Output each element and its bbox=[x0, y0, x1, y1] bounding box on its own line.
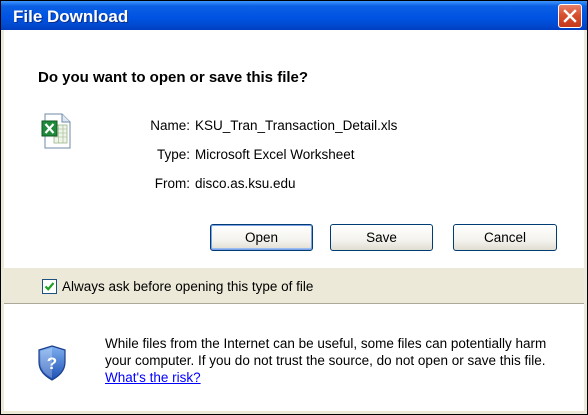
close-icon bbox=[563, 9, 577, 23]
security-warning-panel: ? While files from the Internet can be u… bbox=[4, 305, 584, 411]
always-ask-label[interactable]: Always ask before opening this type of f… bbox=[62, 279, 313, 294]
file-download-dialog: File Download Do you want to open or sav… bbox=[0, 0, 588, 415]
warning-text: While files from the Internet can be use… bbox=[105, 336, 547, 368]
svg-text:?: ? bbox=[47, 354, 57, 373]
whats-the-risk-link[interactable]: What's the risk? bbox=[105, 370, 201, 385]
file-name-value: KSU_Tran_Transaction_Detail.xls bbox=[195, 118, 398, 133]
file-type-label: Type: bbox=[156, 147, 190, 162]
always-ask-checkbox[interactable] bbox=[42, 279, 57, 294]
dialog-question: Do you want to open or save this file? bbox=[38, 69, 309, 86]
file-source-value: disco.as.ksu.edu bbox=[195, 176, 296, 191]
checkmark-icon bbox=[44, 282, 55, 291]
file-name-label: Name: bbox=[150, 118, 190, 133]
shield-help-icon: ? bbox=[38, 345, 66, 381]
file-source-label: From: bbox=[154, 176, 190, 191]
open-button[interactable]: Open bbox=[210, 224, 313, 251]
dialog-title: File Download bbox=[13, 7, 129, 26]
title-bar[interactable]: File Download bbox=[1, 1, 587, 30]
file-type-row: Type: Microsoft Excel Worksheet bbox=[4, 147, 584, 165]
cancel-button[interactable]: Cancel bbox=[453, 224, 557, 251]
security-warning: While files from the Internet can be use… bbox=[105, 335, 575, 386]
file-type-value: Microsoft Excel Worksheet bbox=[195, 147, 355, 162]
file-name-row: Name: KSU_Tran_Transaction_Detail.xls bbox=[4, 118, 584, 136]
file-info-panel: Do you want to open or save this file? N… bbox=[4, 30, 584, 294]
close-button[interactable] bbox=[558, 4, 582, 28]
save-button[interactable]: Save bbox=[330, 224, 433, 251]
file-source-row: From: disco.as.ksu.edu bbox=[4, 176, 584, 194]
